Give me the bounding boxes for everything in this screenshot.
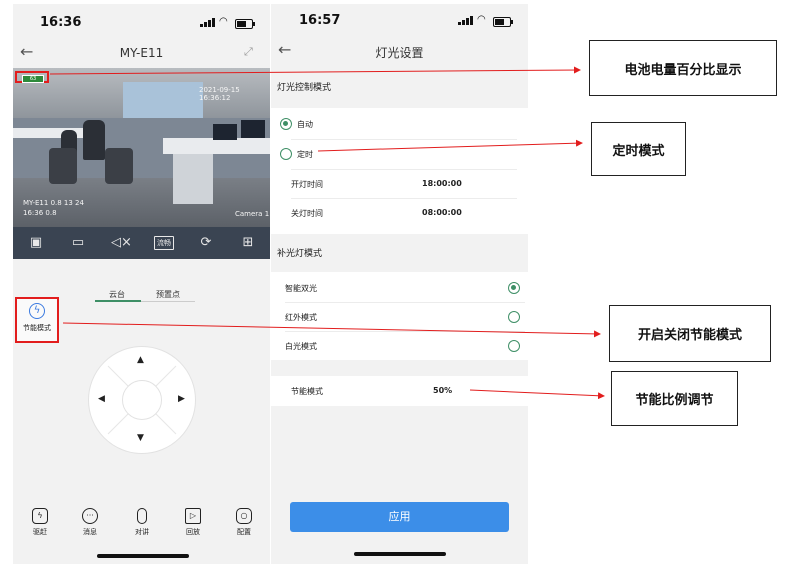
timer-callout-line xyxy=(317,139,583,152)
callout-battery: 电池电量百分比显示 xyxy=(589,40,777,96)
battery-callout-line xyxy=(49,66,581,75)
callout-eco-toggle: 开启关闭节能模式 xyxy=(609,305,771,362)
eco-ratio-callout-line xyxy=(469,389,605,400)
eco-toggle-callout-line xyxy=(62,322,601,338)
callout-eco-ratio: 节能比例调节 xyxy=(611,371,738,426)
callout-timer: 定时模式 xyxy=(591,122,686,176)
